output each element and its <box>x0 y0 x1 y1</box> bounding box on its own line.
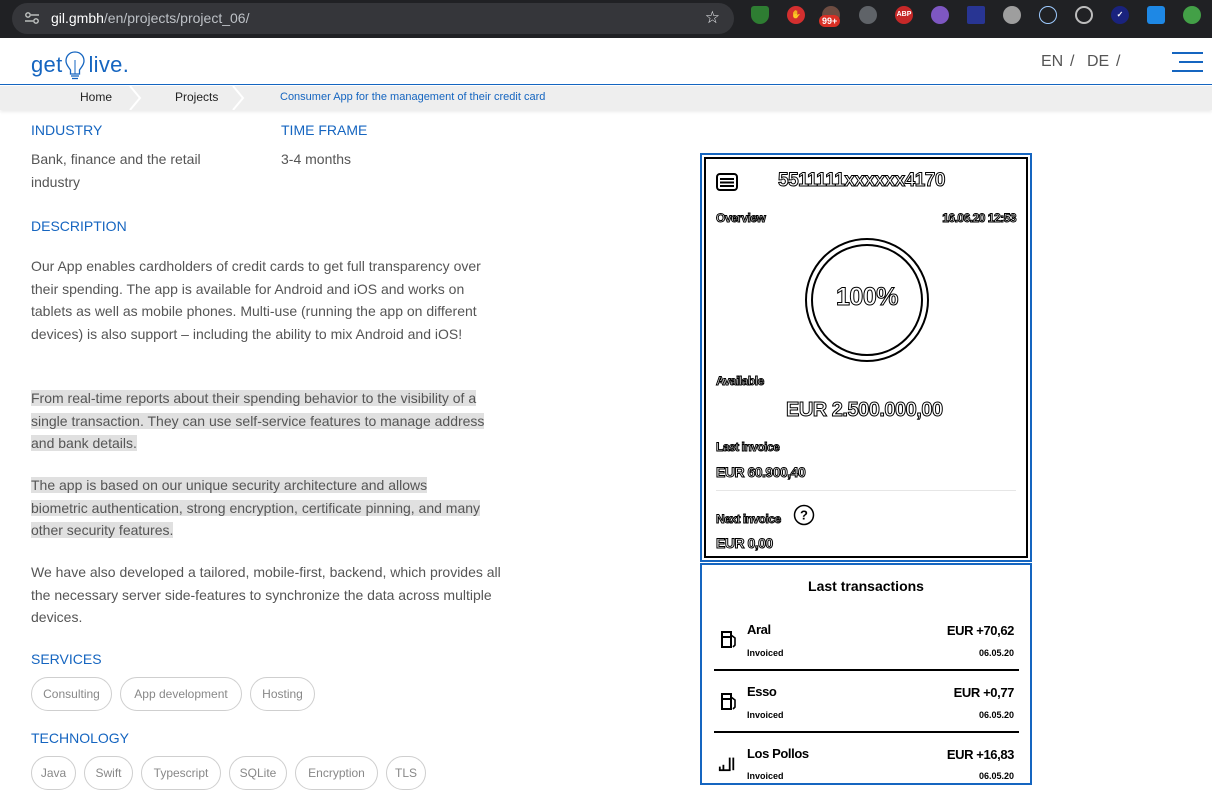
fuel-icon <box>721 631 736 648</box>
breadcrumb-current: Consumer App for the management of their… <box>280 91 546 103</box>
browser-toolbar: gil.gmbh/en/projects/project_06/ ☆ ✋ 99+… <box>0 0 1212 38</box>
translate-extension-icon[interactable] <box>1147 6 1165 24</box>
services-heading: SERVICES <box>31 651 102 667</box>
logo[interactable]: get live. <box>31 46 130 80</box>
robot-extension-icon[interactable] <box>1183 6 1201 24</box>
overview-label: Overview <box>715 211 766 226</box>
card-menu-icon <box>716 173 738 191</box>
bookmark-star-icon[interactable]: ☆ <box>705 8 720 28</box>
industry-heading: INDUSTRY <box>31 122 103 138</box>
transaction-status: Invoiced <box>747 648 784 658</box>
app-frame: 5511111xxxxxx4170 Overview 16.06.20 12:5… <box>704 157 1028 558</box>
url-text[interactable]: gil.gmbh/en/projects/project_06/ <box>51 10 249 26</box>
technology-chip[interactable]: Typescript <box>141 756 221 790</box>
divider <box>716 490 1016 491</box>
lightbulb-icon <box>64 50 86 82</box>
lang-de-link[interactable]: DE <box>1087 53 1109 71</box>
service-chip[interactable]: Consulting <box>31 677 112 711</box>
technology-chip[interactable]: SQLite <box>229 756 287 790</box>
service-chip[interactable]: Hosting <box>250 677 315 711</box>
restaurant-icon <box>718 757 735 772</box>
next-invoice-label: Next invoice <box>716 512 782 527</box>
check-extension-icon[interactable]: ✓ <box>1111 6 1129 24</box>
highlighted-text: The app is based on our unique security … <box>31 477 481 538</box>
next-invoice-amount: EUR 0,00 <box>716 535 774 552</box>
available-label: Available <box>716 374 765 389</box>
transaction-status: Invoiced <box>747 710 784 720</box>
transaction-name: Los Pollos <box>747 746 809 761</box>
address-bar[interactable]: gil.gmbh/en/projects/project_06/ ☆ <box>12 3 734 34</box>
site-header: get live. EN / DE / <box>0 38 1212 85</box>
transactions-title: Last transactions <box>808 578 924 594</box>
logo-text-right: live. <box>88 52 130 77</box>
overview-date: 16.06.20 12:53 <box>942 211 1017 226</box>
app-screenshot-transactions: Last transactions Aral Invoiced EUR +70,… <box>700 563 1032 785</box>
svg-text:?: ? <box>800 508 808 523</box>
transaction-status: Invoiced <box>747 771 784 781</box>
transaction-amount: EUR +70,62 <box>946 623 1015 638</box>
target-extension-icon[interactable] <box>1075 6 1093 24</box>
technology-chip[interactable]: Encryption <box>295 756 378 790</box>
shield-extension-icon[interactable] <box>751 6 769 24</box>
fuel-icon <box>721 693 736 710</box>
logo-text-left: get <box>31 52 63 77</box>
last-invoice-amount: EUR 60.900,40 <box>715 464 806 481</box>
card-number: 5511111xxxxxx4170 <box>778 170 946 192</box>
compass-extension-icon[interactable] <box>931 6 949 24</box>
available-amount: EUR 2.500.000,00 <box>786 399 944 422</box>
extension-badge: 99+ <box>819 15 841 27</box>
last-invoice-label: Last invoice <box>715 440 780 455</box>
url-host: gil.gmbh <box>51 10 104 26</box>
globe-extension-icon[interactable] <box>1003 6 1021 24</box>
technology-chip[interactable]: Swift <box>84 756 133 790</box>
transaction-date: 06.05.20 <box>978 771 1014 781</box>
transaction-name: Esso <box>747 684 777 699</box>
lang-en-link[interactable]: EN <box>1041 53 1063 71</box>
lang-separator: / <box>1070 53 1075 70</box>
highlighted-text: From real-time reports about their spend… <box>31 390 485 451</box>
technology-heading: TECHNOLOGY <box>31 730 130 746</box>
industry-value: Bank, finance and the retail industry <box>31 151 201 190</box>
site-settings-icon[interactable] <box>24 11 40 25</box>
lang-separator: / <box>1116 53 1121 70</box>
description-paragraph: The app is based on our unique security … <box>31 474 481 542</box>
divider <box>714 731 1019 733</box>
help-icon[interactable]: ? <box>793 504 815 526</box>
transaction-date: 06.05.20 <box>978 648 1014 658</box>
transaction-amount: EUR +0,77 <box>953 685 1015 700</box>
stop-extension-icon[interactable]: ✋ <box>787 6 805 24</box>
car-extension-icon[interactable] <box>859 6 877 24</box>
url-path: /en/projects/project_06/ <box>103 10 250 26</box>
transaction-name: Aral <box>747 622 771 637</box>
react-extension-icon[interactable] <box>1039 6 1057 24</box>
divider <box>714 669 1019 671</box>
description-paragraph: Our App enables cardholders of credit ca… <box>31 258 481 342</box>
chevron-right-icon <box>232 86 245 110</box>
adblock-extension-icon[interactable]: ABP <box>895 6 913 24</box>
availability-percent: 100% <box>836 283 899 312</box>
hamburger-menu-icon[interactable] <box>1172 52 1203 72</box>
description-heading: DESCRIPTION <box>31 218 127 234</box>
app-screenshot-overview: 5511111xxxxxx4170 Overview 16.06.20 12:5… <box>700 153 1032 562</box>
breadcrumb: Home Projects Consumer App for the manag… <box>0 86 1212 110</box>
description-paragraph: We have also developed a tailored, mobil… <box>31 564 501 625</box>
technology-chip[interactable]: TLS <box>386 756 426 790</box>
service-chip[interactable]: App development <box>120 677 242 711</box>
timeframe-heading: TIME FRAME <box>281 122 368 138</box>
chevron-right-icon <box>129 86 142 110</box>
transaction-date: 06.05.20 <box>978 710 1014 720</box>
description-paragraph: From real-time reports about their spend… <box>31 387 501 455</box>
timeframe-value: 3-4 months <box>281 151 352 167</box>
transaction-amount: EUR +16,83 <box>946 747 1015 762</box>
breadcrumb-home[interactable]: Home <box>80 90 112 104</box>
technology-chip[interactable]: Java <box>31 756 76 790</box>
breadcrumb-projects[interactable]: Projects <box>175 90 218 104</box>
flag-extension-icon[interactable] <box>967 6 985 24</box>
